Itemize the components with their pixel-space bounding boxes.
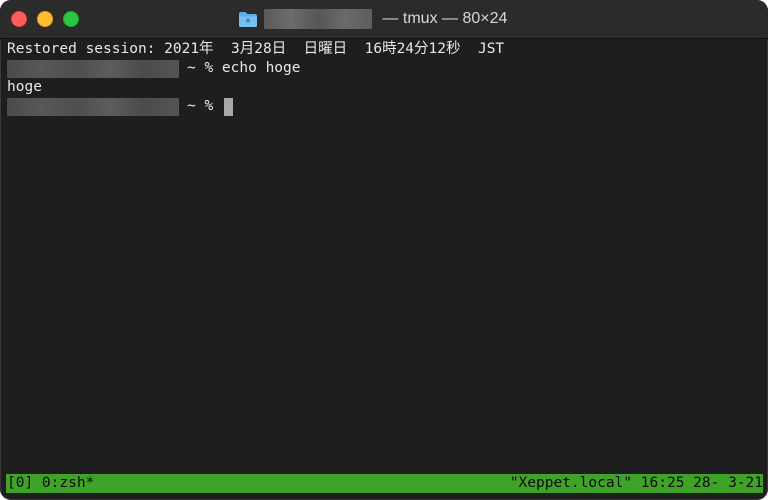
redacted-hostname (7, 97, 179, 116)
title-text: — tmux — 80×24 (378, 10, 508, 27)
redacted-folder-name (264, 9, 372, 29)
tmux-window-list[interactable]: [0] 0:zsh* (6, 474, 94, 493)
output-line: hoge (7, 78, 762, 97)
terminal-window: — tmux — 80×24 Restored session: 2021年 3… (0, 0, 768, 500)
minimize-button[interactable] (37, 11, 53, 27)
command-output-text: hoge (7, 79, 42, 95)
zoom-button[interactable] (63, 11, 79, 27)
prompt-line: ~ % echo hoge (7, 59, 762, 78)
redacted-hostname (7, 59, 179, 78)
terminal-content[interactable]: Restored session: 2021年 3月28日 日曜日 16時24分… (7, 40, 762, 472)
restored-session-text: Restored session: 2021年 3月28日 日曜日 16時24分… (7, 41, 505, 57)
window-title: — tmux — 80×24 (238, 6, 507, 32)
prompt-command-text: ~ % echo hoge (187, 60, 301, 76)
title-bar[interactable]: — tmux — 80×24 (0, 0, 768, 39)
active-prompt-text: ~ % (187, 98, 222, 114)
folder-icon (239, 12, 257, 27)
tmux-status-bar: [0] 0:zsh* "Xeppet.local" 16:25 28- 3-21 (6, 474, 763, 493)
close-button[interactable] (11, 11, 27, 27)
active-prompt-line[interactable]: ~ % (7, 97, 762, 116)
text-cursor (223, 97, 233, 116)
restored-session-line: Restored session: 2021年 3月28日 日曜日 16時24分… (7, 40, 762, 59)
tmux-status-right: "Xeppet.local" 16:25 28- 3-21 (509, 475, 763, 491)
